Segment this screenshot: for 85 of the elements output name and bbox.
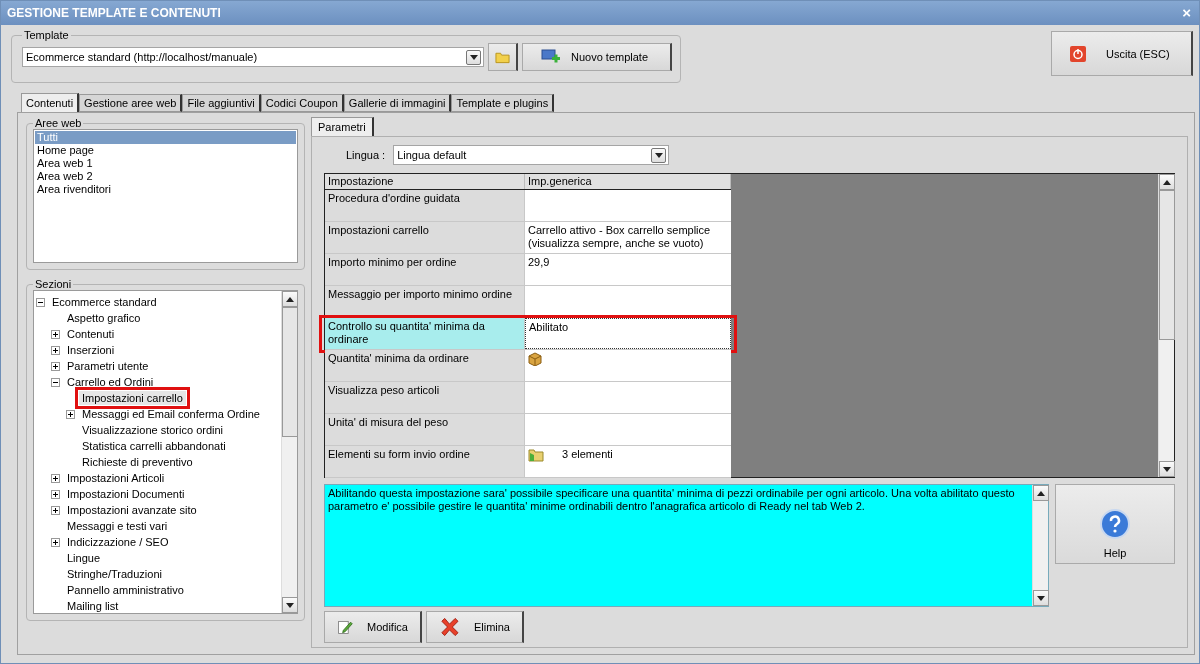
tab[interactable]: Template e plugins: [451, 94, 555, 112]
expand-icon[interactable]: [51, 473, 60, 483]
folder-button[interactable]: [488, 43, 518, 71]
tree-item[interactable]: Parametri utente: [64, 359, 152, 373]
list-item[interactable]: Area web 1: [35, 157, 296, 170]
tab[interactable]: Parametri: [311, 117, 374, 136]
list-item[interactable]: Home page: [35, 144, 296, 157]
column-header: Imp.generica: [525, 174, 731, 189]
collapse-icon[interactable]: [51, 377, 60, 387]
tab[interactable]: Contenuti: [21, 93, 80, 112]
scrollbar[interactable]: [1158, 174, 1174, 477]
table-cell[interactable]: Importo minimo per ordine: [325, 254, 525, 285]
box-icon: [528, 352, 542, 366]
tab[interactable]: Codici Coupon: [260, 94, 344, 112]
down-arrow-icon: [1037, 595, 1045, 601]
down-arrow-icon: [469, 54, 478, 60]
new-template-button[interactable]: Nuovo template: [522, 43, 672, 71]
table-cell[interactable]: Quantita' minima da ordinare: [325, 350, 525, 381]
tree-item[interactable]: Impostazioni Articoli: [64, 471, 168, 485]
table-cell[interactable]: Elementi su form invio ordine: [325, 446, 525, 477]
expand-icon[interactable]: [51, 505, 60, 515]
down-arrow-icon: [654, 152, 663, 158]
collapse-icon[interactable]: [36, 297, 45, 307]
list-item[interactable]: Area rivenditori: [35, 183, 296, 196]
edit-button[interactable]: Modifica: [324, 611, 422, 643]
expand-icon[interactable]: [51, 345, 60, 355]
column-header: Impostazione: [325, 174, 525, 189]
tree-item[interactable]: Statistica carrelli abbandonati: [79, 439, 229, 453]
tree-item[interactable]: Messaggi e testi vari: [64, 519, 171, 533]
scrollbar[interactable]: [281, 291, 297, 613]
exit-button[interactable]: Uscita (ESC): [1051, 31, 1193, 76]
tree-item[interactable]: Carrello ed Ordini: [64, 375, 157, 389]
tree-item[interactable]: Ecommerce standard: [49, 295, 160, 309]
group-label: Sezioni: [34, 278, 73, 290]
up-arrow-icon: [286, 296, 294, 302]
scrollbar[interactable]: [1032, 485, 1048, 606]
help-button[interactable]: Help: [1055, 484, 1175, 564]
tree-item[interactable]: Mailing list: [64, 599, 122, 613]
tree-item[interactable]: Messaggi ed Email conferma Ordine: [79, 407, 263, 421]
monitor-plus-icon: [541, 49, 561, 65]
power-icon: [1070, 45, 1086, 62]
tree-item[interactable]: Indicizzazione / SEO: [64, 535, 172, 549]
table-cell[interactable]: Unita' di misura del peso: [325, 414, 525, 445]
folder-icon: [528, 448, 544, 462]
tree-item[interactable]: Impostazioni carrello: [79, 391, 186, 405]
folder-icon: [495, 50, 510, 64]
tab[interactable]: Gestione aree web: [79, 94, 183, 112]
expand-icon[interactable]: [51, 537, 60, 547]
expand-icon[interactable]: [51, 489, 60, 499]
tree-item[interactable]: Aspetto grafico: [64, 311, 144, 325]
delete-button[interactable]: Elimina: [426, 611, 524, 643]
tree-item[interactable]: Pannello amministrativo: [64, 583, 187, 597]
table-cell[interactable]: Messaggio per importo minimo ordine: [325, 286, 525, 317]
tree-item[interactable]: Inserzioni: [64, 343, 118, 357]
expand-icon[interactable]: [51, 329, 60, 339]
group-label: Aree web: [34, 117, 83, 129]
language-select[interactable]: Lingua default: [393, 145, 670, 165]
window-title: GESTIONE TEMPLATE E CONTENUTI: [7, 6, 221, 20]
tree-item[interactable]: Contenuti: [64, 327, 118, 341]
table-cell[interactable]: Procedura d'ordine guidata: [325, 190, 525, 221]
table-cell[interactable]: Visualizza peso articoli: [325, 382, 525, 413]
table-cell[interactable]: Impostazioni carrello: [325, 222, 525, 253]
table-cell[interactable]: Abilitato: [525, 318, 731, 349]
tree-item[interactable]: Lingue: [64, 551, 104, 565]
up-arrow-icon: [1037, 490, 1045, 496]
tab[interactable]: Gallerie di immagini: [343, 94, 452, 112]
tree-item[interactable]: Visualizzazione storico ordini: [79, 423, 227, 437]
tab[interactable]: File aggiuntivi: [182, 94, 261, 112]
expand-icon[interactable]: [66, 409, 75, 419]
down-arrow-icon: [1163, 466, 1171, 472]
table-cell[interactable]: Controllo su quantita' minima da ordinare: [325, 318, 525, 349]
field-label: Lingua :: [346, 149, 386, 161]
template-select[interactable]: Ecommerce standard (http://localhost/manuale): [22, 47, 484, 67]
cross-icon: [439, 616, 460, 638]
up-arrow-icon: [1163, 179, 1171, 185]
tree-item[interactable]: Impostazioni Documenti: [64, 487, 188, 501]
list-item[interactable]: Area web 2: [35, 170, 296, 183]
tree-item[interactable]: Richieste di preventivo: [79, 455, 196, 469]
expand-icon[interactable]: [51, 361, 60, 371]
description-text: Abilitando questa impostazione sara' possibile specificare una quantita' minima di pezzi ordinabile per ogni articolo. Una volta abilitato questo parametro e' possibile gestire le quantita' minime ordinabili dentro l'anagrafica articolo di Ready nel tab Web 2.: [327, 486, 1016, 514]
tree-item[interactable]: Stringhe/Traduzioni: [64, 567, 165, 581]
help-icon: [1100, 509, 1130, 539]
down-arrow-icon: [286, 602, 294, 608]
tree-item[interactable]: Impostazioni avanzate sito: [64, 503, 200, 517]
group-label: Template: [23, 29, 70, 41]
